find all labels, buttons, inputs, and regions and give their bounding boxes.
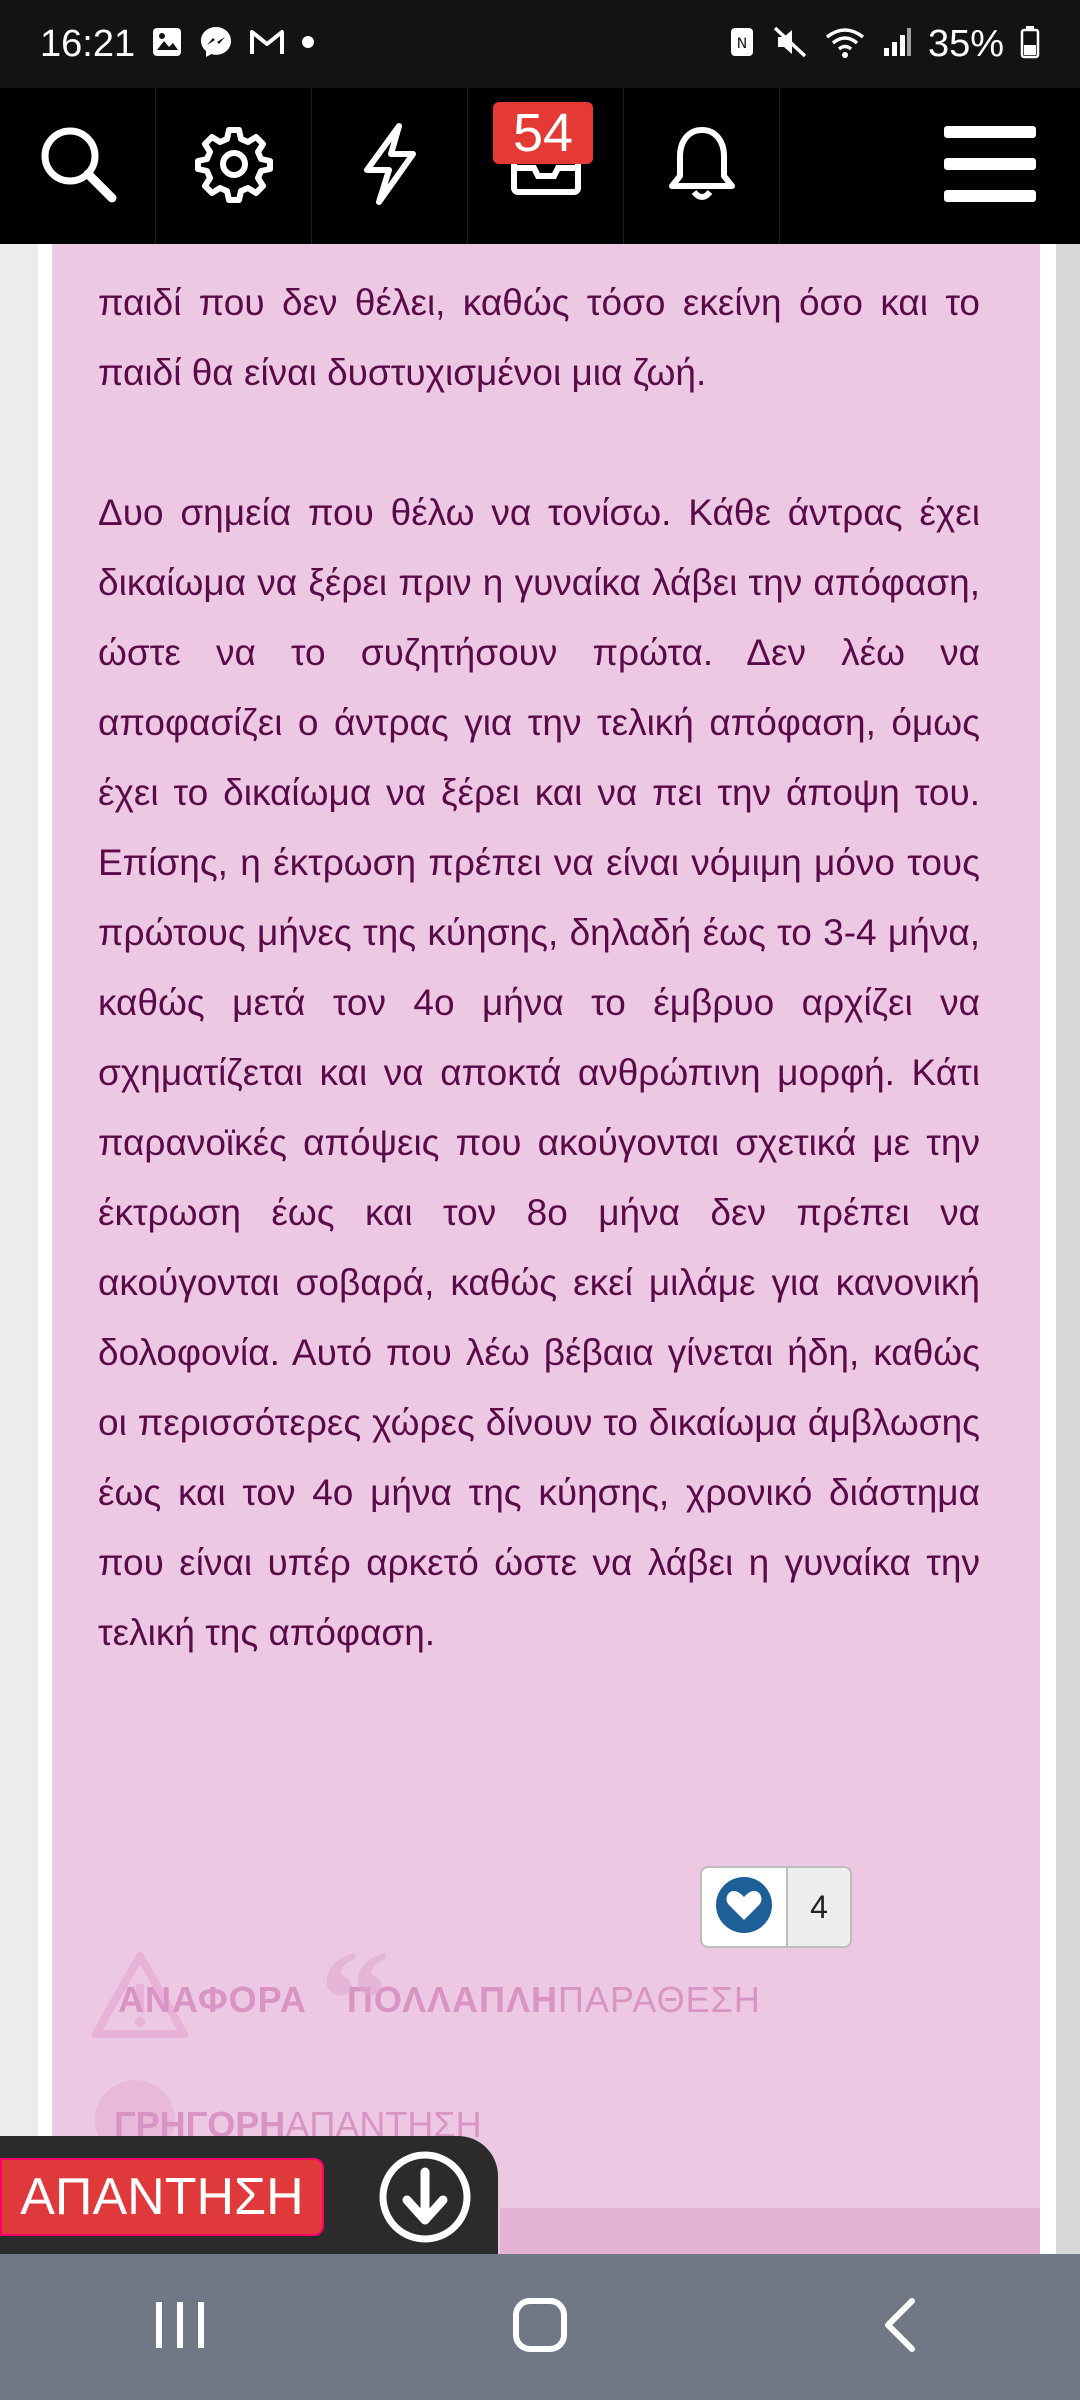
status-left: 16:21 [40,23,315,66]
like-button[interactable] [702,1868,788,1946]
wifi-icon [824,25,866,64]
post-paragraph: Δυο σημεία που θέλω να τονίσω. Κάθε άντρ… [98,492,980,1653]
post-body: παιδί που δεν θέλει, καθώς τόσο εκείνη ό… [98,268,980,1738]
status-time: 16:21 [40,22,136,65]
search-button[interactable] [0,88,156,244]
system-nav-bar [0,2254,1080,2400]
signal-icon [882,26,912,63]
multiquote-light: ΠΑΡΑΘΕΣΗ [557,1978,761,2020]
arrow-down-circle-icon [378,2151,472,2248]
back-button[interactable] [840,2267,960,2387]
like-widget[interactable]: 4 [700,1866,852,1948]
scroll-track [1056,244,1080,2254]
post-actions: ΑΝΑΦΟΡΑ “ ΠΟΛΛΑΠΛΗΠΑΡΑΘΕΣΗ [90,1930,761,2070]
gear-icon [194,124,274,209]
recent-apps-icon [154,2300,206,2355]
gallery-icon [151,26,183,63]
alerts-button[interactable] [624,88,780,244]
battery-icon [1020,25,1040,64]
search-icon [36,122,120,211]
forum-toolbar: 54 [0,88,1080,244]
settings-button[interactable] [156,88,312,244]
mute-icon [772,25,808,64]
lightning-icon [355,122,425,211]
right-rail [1040,244,1056,2254]
quote-icon: “ [320,1922,391,2077]
svg-text:N: N [737,36,747,52]
back-icon [880,2297,920,2358]
report-button[interactable]: ΑΝΑΦΟΡΑ [118,1979,307,2021]
bell-icon [664,122,740,211]
home-button[interactable] [480,2267,600,2387]
notification-badge: 54 [493,102,593,164]
menu-icon [942,122,1038,211]
battery-percentage: 35% [927,22,1004,65]
post-paragraph: παιδί που δεν θέλει, καθώς τόσο εκείνη ό… [98,282,980,393]
like-count: 4 [788,1868,850,1946]
messenger-icon [199,25,233,64]
scroll-down-button[interactable] [378,2150,472,2244]
floating-reply-bar: ΑΠΑΝΤΗΣΗ [0,2136,498,2256]
gmail-icon [249,27,285,62]
home-icon [512,2297,568,2358]
post-footer-strip [500,2208,1040,2254]
status-bar: 16:21 N 35% [0,0,1080,88]
inbox-button[interactable]: 54 [468,88,624,244]
new-posts-button[interactable] [312,88,468,244]
recent-apps-button[interactable] [120,2267,240,2387]
multiquote-button[interactable]: ΠΟΛΛΑΠΛΗΠΑΡΑΘΕΣΗ [347,1979,761,2021]
status-right: N 35% [728,23,1040,66]
nfc-icon: N [728,25,756,64]
dot-icon [301,35,315,54]
heart-icon [715,1876,773,1939]
menu-button[interactable] [900,88,1080,244]
reply-button[interactable]: ΑΠΑΝΤΗΣΗ [0,2158,324,2236]
